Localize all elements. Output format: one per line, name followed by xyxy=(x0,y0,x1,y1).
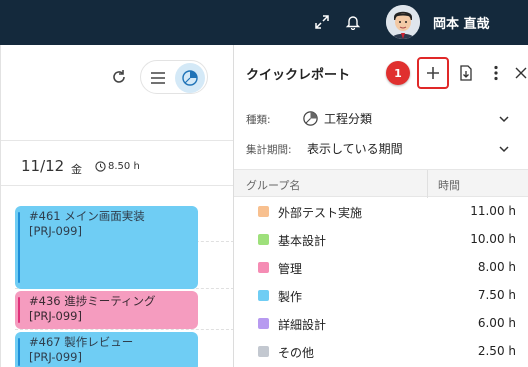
group-name: 製作 xyxy=(278,290,303,304)
top-bar: 岡本 直哉 xyxy=(0,0,528,45)
event-accent xyxy=(18,338,20,366)
column-separator xyxy=(427,170,428,198)
event-project: [PRJ-099] xyxy=(29,224,82,238)
event-accent xyxy=(18,297,20,323)
more-options-icon[interactable] xyxy=(487,64,505,82)
event-title: #461 メイン画面実装 xyxy=(29,209,145,223)
color-swatch xyxy=(258,206,269,217)
group-name: 詳細設計 xyxy=(278,318,327,332)
chart-view-icon[interactable] xyxy=(175,63,205,93)
chevron-down-icon[interactable] xyxy=(497,112,511,126)
group-hours: 6.00 h xyxy=(477,316,516,330)
period-label: 集計期間: xyxy=(246,144,292,156)
download-icon[interactable] xyxy=(457,64,475,82)
column-group[interactable]: グループ名 xyxy=(246,177,300,193)
refresh-icon[interactable] xyxy=(109,67,129,87)
group-hours: 8.00 h xyxy=(477,260,516,274)
event-project: [PRJ-099] xyxy=(29,309,82,323)
event-accent xyxy=(18,212,20,283)
type-label: 種類: xyxy=(246,114,271,126)
color-swatch xyxy=(258,234,269,245)
calendar-event[interactable]: #467 製作レビュー [PRJ-099] xyxy=(15,332,198,367)
column-hours[interactable]: 時間 xyxy=(438,177,460,193)
table-row[interactable]: 基本設計 10.00 h xyxy=(234,226,528,254)
type-select[interactable]: 工程分類 xyxy=(302,110,372,127)
clock-icon xyxy=(95,161,106,172)
table-row[interactable]: 詳細設計 6.00 h xyxy=(234,310,528,338)
group-name: その他 xyxy=(278,346,315,360)
table-row[interactable]: その他 2.50 h xyxy=(234,338,528,366)
grid-line xyxy=(15,329,234,330)
view-toggle xyxy=(140,60,208,94)
color-swatch xyxy=(258,318,269,329)
expand-icon[interactable] xyxy=(313,13,331,31)
process-icon xyxy=(303,111,318,126)
event-title: #436 進捗ミーティング xyxy=(29,294,156,308)
avatar[interactable] xyxy=(386,5,420,39)
table-row[interactable]: 製作 7.50 h xyxy=(234,282,528,310)
color-swatch xyxy=(258,262,269,273)
add-button[interactable] xyxy=(417,57,449,89)
weekday: 金 xyxy=(71,163,82,176)
total-hours-value: 8.50 h xyxy=(108,161,140,172)
chevron-down-icon[interactable] xyxy=(497,142,511,156)
plus-icon xyxy=(427,67,439,79)
table-row[interactable]: 管理 8.00 h xyxy=(234,254,528,282)
close-icon[interactable] xyxy=(512,64,528,82)
group-hours: 2.50 h xyxy=(477,344,516,358)
group-name: 管理 xyxy=(278,262,303,276)
table-header: グループ名 時間 xyxy=(234,169,528,198)
user-name[interactable]: 岡本 直哉 xyxy=(433,13,490,32)
divider xyxy=(1,185,234,186)
divider xyxy=(1,140,234,141)
period-value: 表示している期間 xyxy=(307,142,403,156)
group-hours: 11.00 h xyxy=(470,204,516,218)
date-heading: 11/12 xyxy=(21,157,65,175)
group-hours: 10.00 h xyxy=(470,232,516,246)
total-hours: 8.50 h xyxy=(95,161,140,172)
event-project: [PRJ-099] xyxy=(29,350,82,364)
type-value: 工程分類 xyxy=(324,112,373,126)
list-view-icon[interactable] xyxy=(147,67,169,89)
calendar-event[interactable]: #461 メイン画面実装 [PRJ-099] xyxy=(15,206,198,289)
calendar-event[interactable]: #436 進捗ミーティング [PRJ-099] xyxy=(15,291,198,329)
bell-icon[interactable] xyxy=(344,13,362,31)
calendar-area: 11/12 金 8.50 h #461 メイン画面実装 [PRJ-099] #4… xyxy=(0,45,234,367)
group-name: 外部テスト実施 xyxy=(278,206,363,220)
color-swatch xyxy=(258,290,269,301)
quick-report-panel: クイックレポート 1 種類: 工程分類 集計期間: 表示している期間 グループ名… xyxy=(233,45,528,367)
event-title: #467 製作レビュー xyxy=(29,335,134,349)
period-select[interactable]: 表示している期間 xyxy=(307,140,403,157)
color-swatch xyxy=(258,346,269,357)
table-row[interactable]: 外部テスト実施 11.00 h xyxy=(234,198,528,226)
group-name: 基本設計 xyxy=(278,234,327,248)
panel-title: クイックレポート xyxy=(246,68,351,83)
step-badge: 1 xyxy=(386,61,410,85)
group-hours: 7.50 h xyxy=(477,288,516,302)
